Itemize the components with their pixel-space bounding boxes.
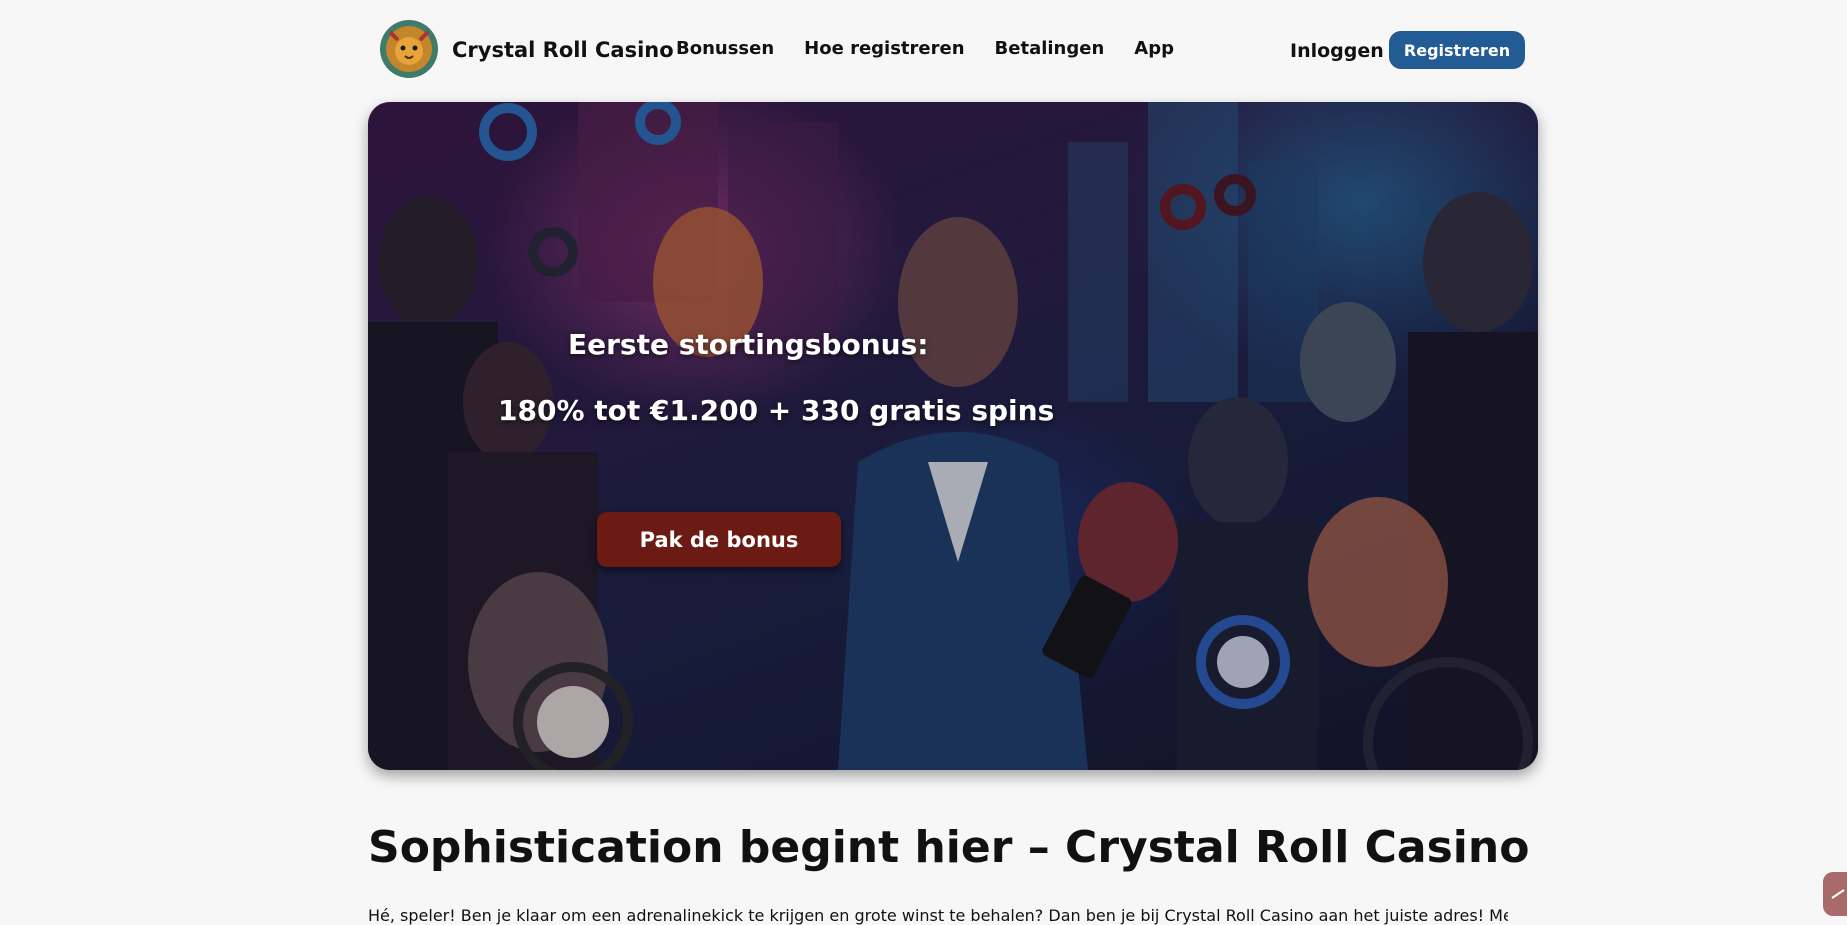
arrow-up-icon[interactable]: [1823, 872, 1847, 916]
lion-crest-logo[interactable]: [378, 18, 440, 80]
hero-banner: Eerste stortingsbonus: 180% tot €1.200 +…: [368, 102, 1538, 770]
hero-illustration: [368, 102, 1538, 770]
register-button[interactable]: Registreren: [1389, 31, 1525, 69]
nav-item-betalingen[interactable]: Betalingen: [995, 38, 1105, 59]
page-heading: Sophistication begint hier – Crystal Rol…: [368, 822, 1530, 873]
intro-paragraph: Hé, speler! Ben je klaar om een adrenali…: [368, 906, 1508, 925]
nav-item-hoe-registreren[interactable]: Hoe registreren: [804, 38, 964, 59]
main-nav: Bonussen Hoe registreren Betalingen App: [676, 38, 1174, 59]
brand-name[interactable]: Crystal Roll Casino: [452, 38, 674, 62]
claim-bonus-button[interactable]: Pak de bonus: [597, 512, 841, 567]
hero-bonus-title: Eerste stortingsbonus:: [568, 328, 929, 361]
nav-item-bonussen[interactable]: Bonussen: [676, 38, 774, 59]
login-link[interactable]: Inloggen: [1290, 40, 1384, 62]
nav-item-app[interactable]: App: [1134, 38, 1174, 59]
hero-bonus-offer: 180% tot €1.200 + 330 gratis spins: [498, 394, 1055, 427]
site-header: Crystal Roll Casino Bonussen Hoe registr…: [368, 14, 1526, 88]
